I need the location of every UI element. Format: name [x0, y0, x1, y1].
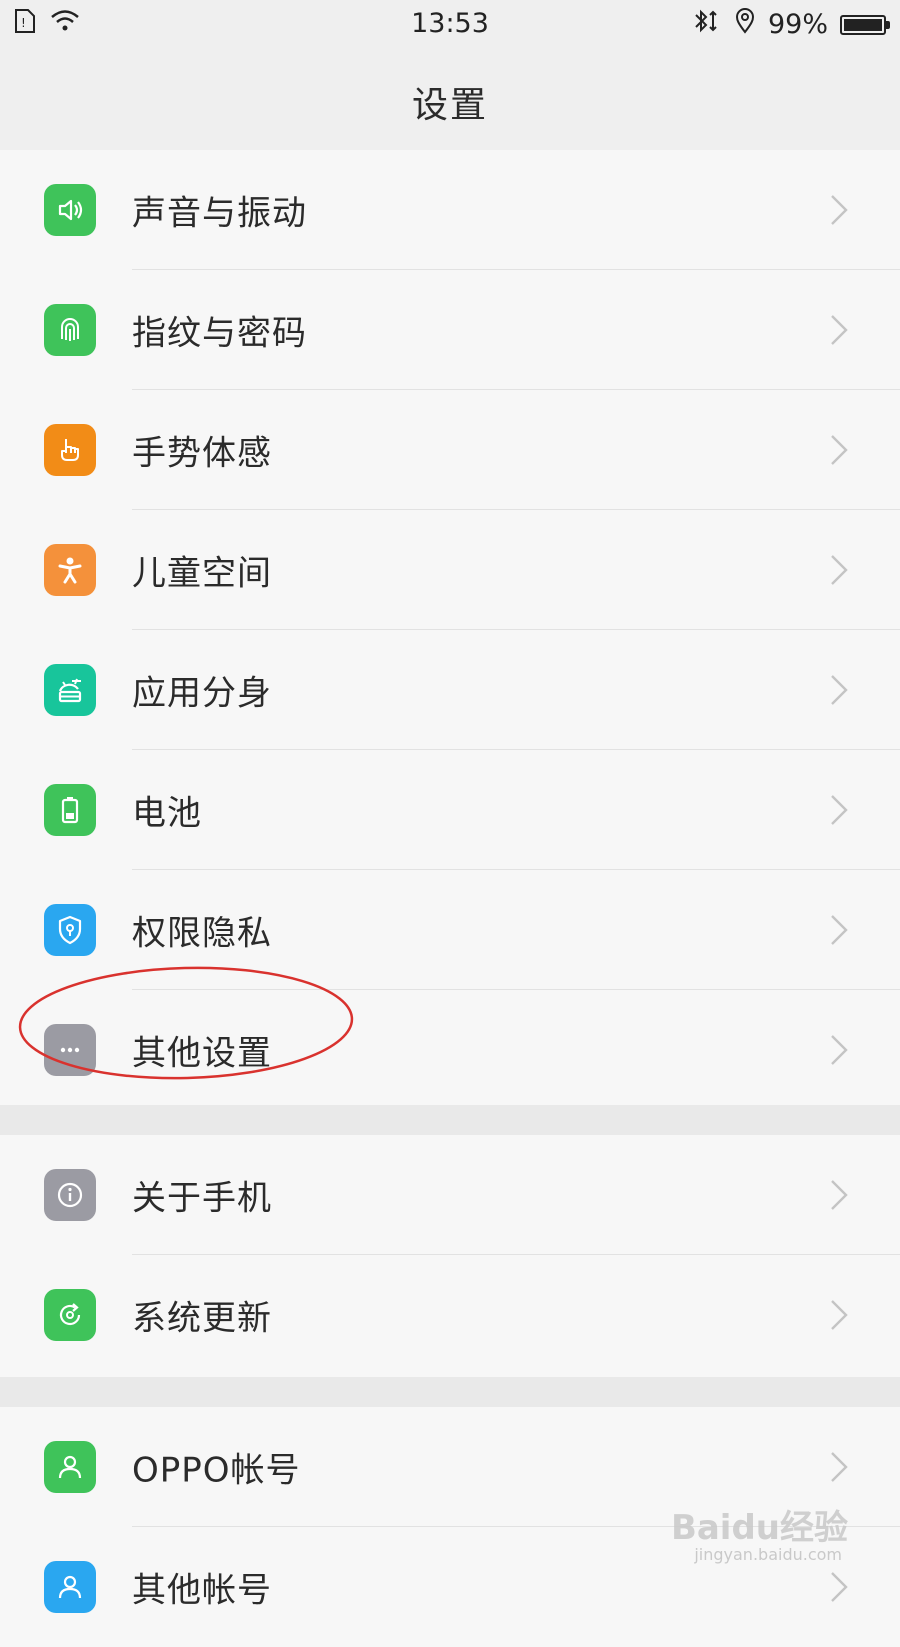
settings-item-label: 儿童空间 — [132, 553, 272, 594]
chevron-right-icon — [831, 795, 848, 825]
info-icon — [44, 1169, 96, 1221]
settings-group-system: 关于手机 系统更新 — [0, 1135, 900, 1375]
settings-item-kids-space[interactable]: 儿童空间 — [0, 510, 900, 630]
chevron-right-icon — [831, 1300, 848, 1330]
chevron-right-icon — [831, 435, 848, 465]
page-title: 设置 — [411, 85, 488, 126]
battery-percent: 99% — [767, 9, 828, 40]
settings-item-label: 声音与振动 — [132, 193, 307, 234]
settings-item-label: 其他帐号 — [132, 1570, 272, 1611]
fingerprint-icon — [44, 304, 96, 356]
shield-icon — [44, 904, 96, 956]
section-divider — [0, 1377, 900, 1407]
chevron-right-icon — [831, 195, 848, 225]
user-icon — [44, 1441, 96, 1493]
location-icon — [734, 8, 756, 41]
settings-item-about-phone[interactable]: 关于手机 — [0, 1135, 900, 1255]
update-icon — [44, 1289, 96, 1341]
status-bar: ! 13:53 99% — [0, 0, 900, 48]
settings-item-gesture[interactable]: 手势体感 — [0, 390, 900, 510]
settings-item-label: 系统更新 — [132, 1298, 272, 1339]
settings-item-label: 指纹与密码 — [132, 313, 307, 354]
child-icon — [44, 544, 96, 596]
settings-item-fingerprint[interactable]: 指纹与密码 — [0, 270, 900, 390]
hand-gesture-icon — [44, 424, 96, 476]
settings-item-label: 关于手机 — [132, 1178, 272, 1219]
settings-item-label: 手势体感 — [132, 433, 272, 474]
battery-fill — [844, 18, 882, 31]
watermark-logo: Baidu经验 — [670, 1508, 848, 1548]
chevron-right-icon — [831, 555, 848, 585]
settings-item-battery[interactable]: 电池 — [0, 750, 900, 870]
speaker-icon — [44, 184, 96, 236]
settings-item-label: 权限隐私 — [132, 913, 272, 954]
android-clone-icon — [44, 664, 96, 716]
battery-icon — [44, 784, 96, 836]
chevron-right-icon — [831, 315, 848, 345]
chevron-right-icon — [831, 1180, 848, 1210]
bluetooth-icon — [692, 8, 722, 41]
highlight-circle-annotation — [18, 966, 354, 1080]
chevron-right-icon — [831, 1035, 848, 1065]
watermark-url: jingyan.baidu.com — [694, 1545, 842, 1564]
title-bar: 设置 — [0, 48, 900, 150]
settings-item-sound[interactable]: 声音与振动 — [0, 150, 900, 270]
settings-item-label: OPPO帐号 — [132, 1450, 301, 1491]
chevron-right-icon — [831, 675, 848, 705]
settings-item-system-update[interactable]: 系统更新 — [0, 1255, 900, 1375]
section-divider — [0, 1105, 900, 1135]
chevron-right-icon — [831, 915, 848, 945]
chevron-right-icon — [831, 1452, 848, 1482]
user-icon — [44, 1561, 96, 1613]
settings-item-label: 电池 — [132, 793, 202, 834]
settings-item-label: 应用分身 — [132, 673, 272, 714]
battery-indicator-icon — [840, 14, 890, 35]
settings-item-app-clone[interactable]: 应用分身 — [0, 630, 900, 750]
